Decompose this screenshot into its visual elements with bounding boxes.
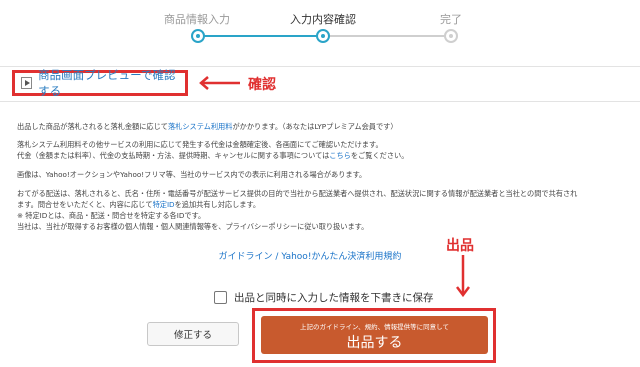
guideline-link[interactable]: ガイドライン [219,252,273,262]
left-arrow-icon [199,76,240,90]
submit-button[interactable]: 上記のガイドライン、規約、情報提供等に同意して 出品する [261,316,488,354]
step-label-input: 商品情報入力 [164,13,230,26]
other-fee-notice-line2: 代金（金額または料率）、代金の支払時期・方法、提供時期、キャンセルに関する事項に… [17,151,409,160]
step-label-complete: 完了 [440,13,462,26]
modify-button-label: 修正する [173,330,212,341]
image-notice: 画像は、Yahoo!オークションやYahoo!フリマ等、当社のサービス内での表示… [17,170,367,179]
listing-annotation: 出品 [446,238,474,254]
preview-divider [0,101,640,102]
specific-id-link[interactable]: 特定ID [153,200,175,209]
draft-checkbox[interactable] [214,291,227,304]
progress-line-1 [200,35,322,37]
shipping-notice-line1: おてがる配送は、落札されると、氏名・住所・電話番号が配送サービス提供の目的で当社… [17,189,578,198]
shipping-notice-line4: 当社は、当社が取得するお客様の個人情報・個人関連情報等を、プライバシーポリシーに… [17,222,369,231]
fee-notice: 出品した商品が落札されると落札金額に応じて落札システム利用料がかかります。（あな… [17,122,398,131]
shipping-notice-line2: ます。問合せをいただくと、内容に応じて特定IDを追加共有し対応します。 [17,200,261,209]
fee-link[interactable]: 落札システム利用料 [168,122,232,131]
step-label-confirm: 入力内容確認 [290,13,356,26]
preview-label: 商品画面プレビューで確認する [38,68,176,98]
payment-terms-link[interactable]: Yahoo!かんたん決済利用規約 [281,252,401,262]
step-dot-complete [444,29,458,43]
draft-checkbox-label[interactable]: 出品と同時に入力した情報を下書きに保存 [234,290,434,305]
step-dot-confirm [316,29,330,43]
progress-line-2 [324,35,450,37]
other-fee-notice-line1: 落札システム利用料その他サービスの利用に応じて発生する代金は金額確定後、各画面に… [17,140,383,149]
policy-links: ガイドライン / Yahoo!かんたん決済利用規約 [218,252,402,262]
down-arrow-icon [456,255,470,298]
submit-agreement-note: 上記のガイドライン、規約、情報提供等に同意して [300,323,449,331]
preview-link[interactable]: 商品画面プレビューで確認する [12,68,188,98]
shipping-notice-line3: ※ 特定IDとは、商品・配送・問合せを特定する各IDです。 [17,211,206,220]
confirm-annotation: 確認 [248,77,276,93]
modify-button[interactable]: 修正する [147,322,239,346]
step-dot-input [191,29,205,43]
details-link[interactable]: こちら [329,151,351,160]
play-icon [21,77,33,89]
submit-button-label: 出品する [346,335,403,351]
